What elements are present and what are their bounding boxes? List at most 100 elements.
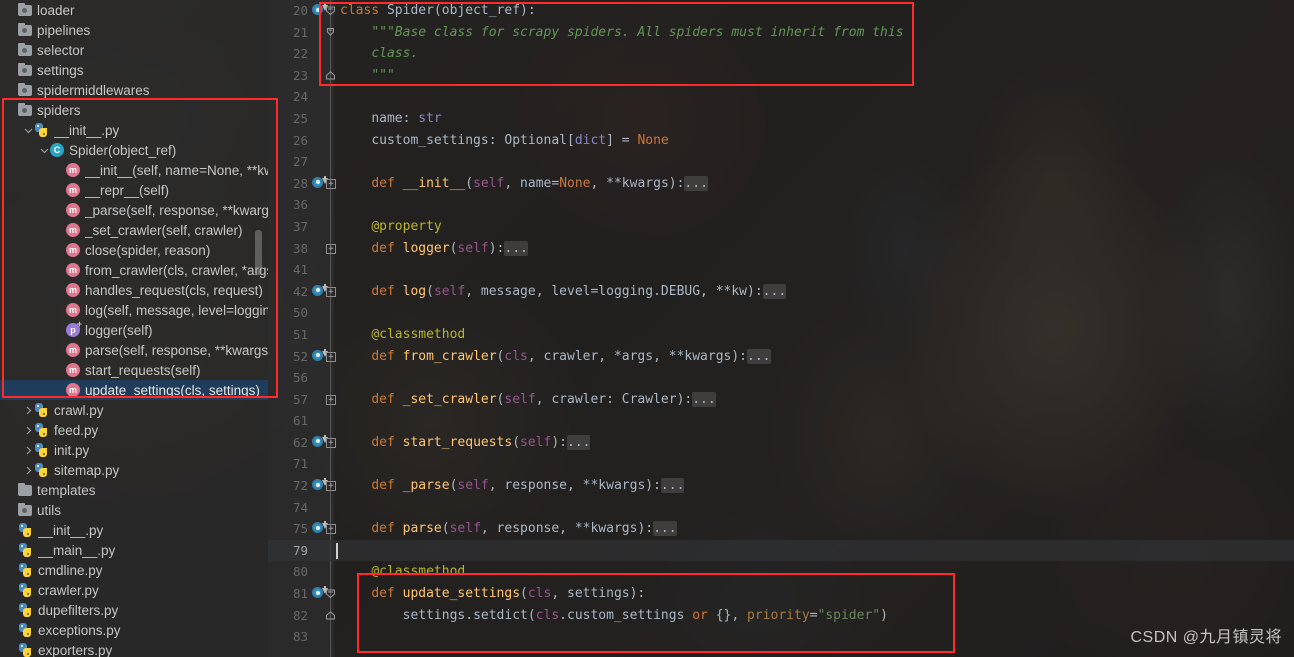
code-lines-container[interactable]: 20 class Spider(object_ref): 21 """Base cl… xyxy=(268,0,1294,648)
code-fold-expand-icon[interactable]: + xyxy=(326,286,336,297)
code-line[interactable]: 74 xyxy=(268,497,1294,519)
code-line[interactable]: 61 xyxy=(268,410,1294,432)
code-line[interactable]: 80 @classmethod xyxy=(268,561,1294,583)
tree-item[interactable]: m close(spider, reason) xyxy=(0,240,268,260)
code-line[interactable]: 22 class. xyxy=(268,43,1294,65)
tree-item[interactable]: m _parse(self, response, **kwargs) xyxy=(0,200,268,220)
code-text[interactable]: settings.setdict(cls.custom_settings or … xyxy=(340,605,888,627)
code-line[interactable]: 23 """ xyxy=(268,65,1294,87)
tree-item[interactable]: templates xyxy=(0,480,268,500)
code-line[interactable]: 41 xyxy=(268,259,1294,281)
code-text[interactable]: custom_settings: Optional[dict] = None xyxy=(340,130,668,152)
code-line[interactable]: 50 xyxy=(268,302,1294,324)
code-text[interactable]: def start_requests(self):... xyxy=(340,432,591,454)
code-text[interactable]: def update_settings(cls, settings): xyxy=(340,583,645,605)
tree-item[interactable]: utils xyxy=(0,500,268,520)
code-line[interactable]: 56 xyxy=(268,367,1294,389)
tree-item[interactable]: init.py xyxy=(0,440,268,460)
code-fold-end-icon[interactable] xyxy=(325,610,336,621)
project-tree-list[interactable]: loader pipelines selector settings spidermid… xyxy=(0,0,268,657)
code-line[interactable]: 75 + def parse(self, response, **kwargs):… xyxy=(268,518,1294,540)
tree-item[interactable]: cmdline.py xyxy=(0,560,268,580)
code-line[interactable]: 79 xyxy=(268,539,1294,562)
tree-item[interactable]: m update_settings(cls, settings) xyxy=(0,380,268,400)
tree-item[interactable]: exceptions.py xyxy=(0,620,268,640)
code-line[interactable]: 28 + def __init__(self, name=None, **kwar… xyxy=(268,173,1294,195)
code-line[interactable]: 20 class Spider(object_ref): xyxy=(268,0,1294,22)
code-line[interactable]: 57 + def _set_crawler(self, crawler: Craw… xyxy=(268,389,1294,411)
code-line[interactable]: 21 """Base class for scrapy spiders. All… xyxy=(268,22,1294,44)
code-fold-expand-icon[interactable]: + xyxy=(326,481,336,492)
code-text[interactable]: """ xyxy=(340,65,394,87)
tree-item[interactable]: dupefilters.py xyxy=(0,600,268,620)
tree-item[interactable]: m parse(self, response, **kwargs) xyxy=(0,340,268,360)
tree-item[interactable]: __main__.py xyxy=(0,540,268,560)
tree-item[interactable]: m start_requests(self) xyxy=(0,360,268,380)
tree-item[interactable]: spiders xyxy=(0,100,268,120)
code-text[interactable]: @property xyxy=(340,216,441,238)
tree-item[interactable]: feed.py xyxy=(0,420,268,440)
tree-item[interactable]: __init__.py xyxy=(0,520,268,540)
code-text[interactable]: @classmethod xyxy=(340,324,465,346)
code-editor-panel[interactable]: 20 class Spider(object_ref): 21 """Base cl… xyxy=(268,0,1294,657)
code-line[interactable]: 71 xyxy=(268,453,1294,475)
project-tree-panel[interactable]: loader pipelines selector settings spidermid… xyxy=(0,0,268,657)
tree-item[interactable]: pipelines xyxy=(0,20,268,40)
code-line[interactable]: 52 + def from_crawler(cls, crawler, *args… xyxy=(268,346,1294,368)
code-line[interactable]: 26 custom_settings: Optional[dict] = Non… xyxy=(268,130,1294,152)
code-text[interactable]: def __init__(self, name=None, **kwargs):… xyxy=(340,173,708,195)
code-text[interactable]: def logger(self):... xyxy=(340,238,528,260)
code-line[interactable]: 51 @classmethod xyxy=(268,324,1294,346)
tree-item[interactable]: selector xyxy=(0,40,268,60)
code-line[interactable]: 36 xyxy=(268,194,1294,216)
code-fold-expand-icon[interactable]: + xyxy=(326,394,336,405)
tree-item[interactable]: m from_crawler(cls, crawler, *args, **kwa… xyxy=(0,260,268,280)
code-line[interactable]: 81 def update_settings(cls, settings): xyxy=(268,583,1294,605)
code-fold-expand-icon[interactable]: + xyxy=(326,243,336,254)
code-text[interactable]: def _parse(self, response, **kwargs):... xyxy=(340,475,685,497)
tree-item[interactable]: m __init__(self, name=None, **kwargs) xyxy=(0,160,268,180)
code-fold-expand-icon[interactable]: + xyxy=(326,437,336,448)
tree-item[interactable]: m _set_crawler(self, crawler) xyxy=(0,220,268,240)
code-text[interactable]: def log(self, message, level=logging.DEB… xyxy=(340,281,787,303)
code-text[interactable]: @classmethod xyxy=(340,561,465,583)
code-text[interactable]: def parse(self, response, **kwargs):... xyxy=(340,518,677,540)
tree-item[interactable]: crawl.py xyxy=(0,400,268,420)
code-line[interactable]: 27 xyxy=(268,151,1294,173)
code-text[interactable]: """Base class for scrapy spiders. All sp… xyxy=(340,22,903,44)
tree-item[interactable]: m log(self, message, level=logging.DEBUG,… xyxy=(0,300,268,320)
code-fold-collapse-icon[interactable] xyxy=(325,588,336,599)
tree-item[interactable]: spidermiddlewares xyxy=(0,80,268,100)
code-fold-expand-icon[interactable]: + xyxy=(326,351,336,362)
code-line[interactable]: 62 + def start_requests(self):... xyxy=(268,432,1294,454)
code-fold-collapse-icon[interactable] xyxy=(325,5,336,16)
chevron-right-icon[interactable] xyxy=(22,440,34,460)
tree-item[interactable]: m handles_request(cls, request) xyxy=(0,280,268,300)
tree-item[interactable]: exporters.py xyxy=(0,640,268,657)
chevron-right-icon[interactable] xyxy=(22,420,34,440)
sidebar-scrollbar-thumb[interactable] xyxy=(255,230,262,275)
tree-item[interactable]: settings xyxy=(0,60,268,80)
code-fold-expand-icon[interactable]: + xyxy=(326,178,336,189)
tree-item[interactable]: C Spider(object_ref) xyxy=(0,140,268,160)
tree-item[interactable]: sitemap.py xyxy=(0,460,268,480)
tree-item[interactable]: crawler.py xyxy=(0,580,268,600)
tree-item[interactable]: __init__.py xyxy=(0,120,268,140)
chevron-right-icon[interactable] xyxy=(22,400,34,420)
code-fold-end-icon[interactable] xyxy=(325,70,336,81)
code-line[interactable]: 42 + def log(self, message, level=logging… xyxy=(268,281,1294,303)
code-fold-region-icon[interactable] xyxy=(325,27,336,38)
chevron-down-icon[interactable] xyxy=(22,120,34,140)
tree-item[interactable]: m __repr__(self) xyxy=(0,180,268,200)
code-line[interactable]: 37 @property xyxy=(268,216,1294,238)
code-text[interactable]: class. xyxy=(340,43,418,65)
chevron-right-icon[interactable] xyxy=(22,460,34,480)
code-text[interactable]: def from_crawler(cls, crawler, *args, **… xyxy=(340,346,771,368)
code-line[interactable]: 72 + def _parse(self, response, **kwargs)… xyxy=(268,475,1294,497)
chevron-down-icon[interactable] xyxy=(38,140,50,160)
code-line[interactable]: 24 xyxy=(268,86,1294,108)
code-fold-expand-icon[interactable]: + xyxy=(326,524,336,535)
tree-item[interactable]: loader xyxy=(0,0,268,20)
code-line[interactable]: 38 + def logger(self):... xyxy=(268,238,1294,260)
tree-item[interactable]: p + logger(self) xyxy=(0,320,268,340)
